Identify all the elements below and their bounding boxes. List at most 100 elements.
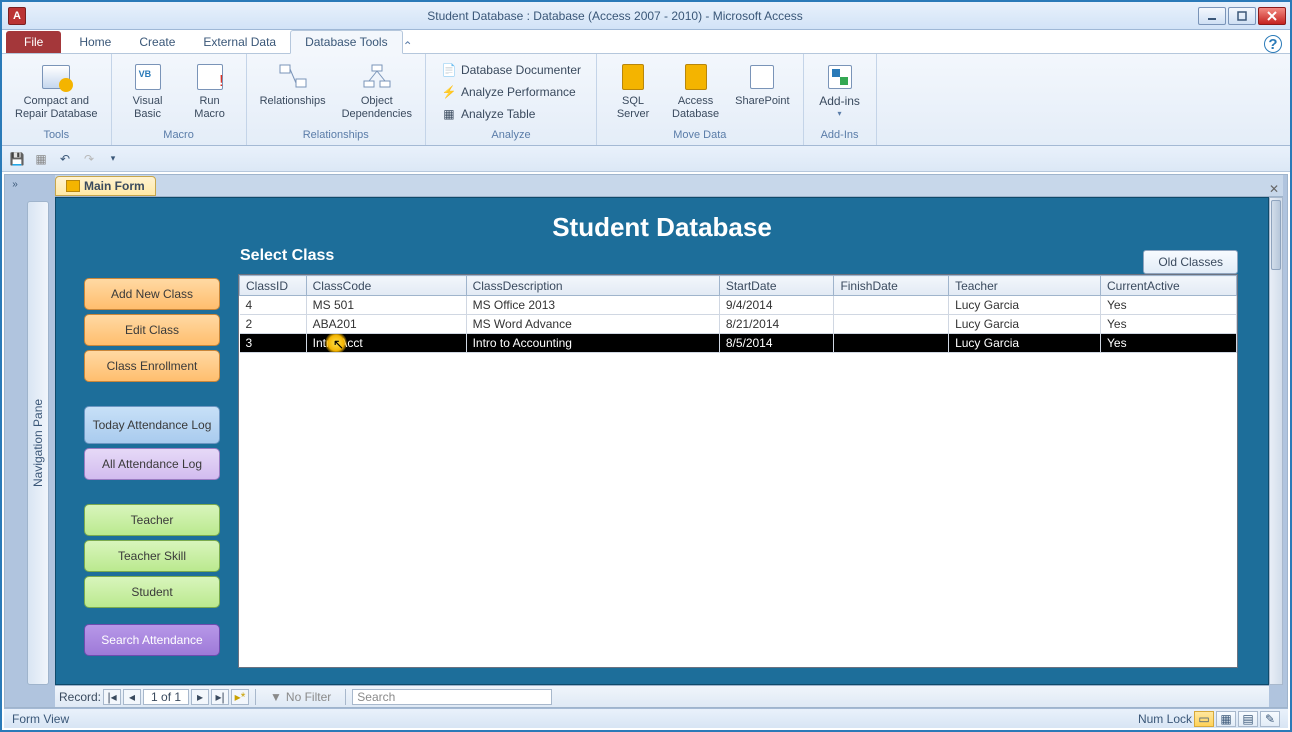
record-label: Record: bbox=[59, 690, 101, 704]
relationships-button[interactable]: Relationships bbox=[253, 58, 333, 111]
visual-basic-icon: VB bbox=[132, 61, 164, 93]
compact-repair-button[interactable]: Compact and Repair Database bbox=[8, 58, 105, 123]
analyze-table-button[interactable]: ▦Analyze Table bbox=[436, 104, 586, 124]
object-dependencies-label: Object Dependencies bbox=[342, 95, 412, 120]
database-documenter-button[interactable]: 📄Database Documenter bbox=[436, 60, 586, 80]
edit-class-button[interactable]: Edit Class bbox=[84, 314, 220, 346]
document-tab-row: Main Form ✕ bbox=[55, 175, 1283, 197]
search-attendance-button[interactable]: Search Attendance bbox=[84, 624, 220, 656]
table-cell[interactable] bbox=[834, 315, 949, 334]
table-cell[interactable]: Yes bbox=[1101, 296, 1237, 315]
group-movedata-label: Move Data bbox=[603, 127, 797, 143]
col-teacher[interactable]: Teacher bbox=[949, 276, 1101, 296]
table-cell[interactable] bbox=[834, 296, 949, 315]
file-tab[interactable]: File bbox=[6, 31, 61, 53]
addins-button[interactable]: Add-ins▾ bbox=[810, 58, 870, 121]
sharepoint-button[interactable]: SharePoint bbox=[728, 58, 796, 111]
table-cell[interactable]: 2 bbox=[240, 315, 307, 334]
analyze-performance-button[interactable]: ⚡Analyze Performance bbox=[436, 82, 586, 102]
col-classcode[interactable]: ClassCode bbox=[306, 276, 466, 296]
table-cell[interactable]: Intro to Accounting bbox=[466, 334, 719, 353]
table-cell[interactable]: 8/5/2014 bbox=[719, 334, 834, 353]
table-cell[interactable]: Lucy Garcia bbox=[949, 334, 1101, 353]
all-attendance-button[interactable]: All Attendance Log bbox=[84, 448, 220, 480]
sql-server-button[interactable]: SQL Server bbox=[603, 58, 663, 123]
table-cell[interactable]: Yes bbox=[1101, 315, 1237, 334]
access-database-button[interactable]: Access Database bbox=[665, 58, 726, 123]
table-cell[interactable]: Lucy Garcia bbox=[949, 296, 1101, 315]
table-cell[interactable]: 8/21/2014 bbox=[719, 315, 834, 334]
table-cell[interactable]: Lucy Garcia bbox=[949, 315, 1101, 334]
performance-label: Analyze Performance bbox=[461, 85, 576, 99]
form-tab-main[interactable]: Main Form bbox=[55, 176, 156, 196]
tab-home[interactable]: Home bbox=[65, 31, 125, 53]
class-enrollment-button[interactable]: Class Enrollment bbox=[84, 350, 220, 382]
table-cell[interactable]: 4 bbox=[240, 296, 307, 315]
col-classdescription[interactable]: ClassDescription bbox=[466, 276, 719, 296]
close-button[interactable] bbox=[1258, 7, 1286, 25]
record-first-button[interactable]: |◂ bbox=[103, 689, 121, 705]
col-startdate[interactable]: StartDate bbox=[719, 276, 834, 296]
navigation-pane[interactable]: Navigation Pane bbox=[27, 201, 49, 685]
class-table[interactable]: ClassID ClassCode ClassDescription Start… bbox=[238, 274, 1238, 668]
tab-database-tools[interactable]: Database Tools bbox=[290, 30, 403, 54]
record-new-button[interactable]: ▸* bbox=[231, 689, 249, 705]
minimize-ribbon-icon[interactable]: ⌃ bbox=[403, 39, 413, 53]
nav-shutter-toggle[interactable]: » bbox=[5, 175, 25, 195]
vertical-scrollbar[interactable] bbox=[1269, 197, 1283, 685]
table-header-row: ClassID ClassCode ClassDescription Start… bbox=[240, 276, 1237, 296]
col-finishdate[interactable]: FinishDate bbox=[834, 276, 949, 296]
student-button[interactable]: Student bbox=[84, 576, 220, 608]
qat-customize-icon[interactable]: ▾ bbox=[104, 150, 122, 168]
scroll-thumb[interactable] bbox=[1271, 200, 1281, 270]
record-prev-button[interactable]: ◂ bbox=[123, 689, 141, 705]
qat-object-icon[interactable]: ▦ bbox=[32, 150, 50, 168]
table-cell[interactable]: Yes bbox=[1101, 334, 1237, 353]
view-datasheet-icon[interactable]: ▦ bbox=[1216, 711, 1236, 727]
compact-repair-icon bbox=[40, 61, 72, 93]
form-tab-close-icon[interactable]: ✕ bbox=[1269, 182, 1279, 196]
save-icon[interactable]: 💾 bbox=[8, 150, 26, 168]
status-bar: Form View Num Lock ▭ ▦ ▤ ✎ bbox=[4, 708, 1288, 728]
minimize-button[interactable] bbox=[1198, 7, 1226, 25]
maximize-button[interactable] bbox=[1228, 7, 1256, 25]
table-cell[interactable]: ABA201 bbox=[306, 315, 466, 334]
record-next-button[interactable]: ▸ bbox=[191, 689, 209, 705]
cursor-icon: ↖ bbox=[333, 336, 345, 353]
run-macro-icon: ! bbox=[194, 61, 226, 93]
run-macro-button[interactable]: ! Run Macro bbox=[180, 58, 240, 123]
tab-create[interactable]: Create bbox=[125, 31, 189, 53]
undo-icon[interactable]: ↶ bbox=[56, 150, 74, 168]
table-row[interactable]: 2ABA201MS Word Advance8/21/2014 Lucy Garc… bbox=[240, 315, 1237, 334]
record-search-input[interactable]: Search bbox=[352, 689, 552, 705]
record-position-input[interactable]: 1 of 1 bbox=[143, 689, 189, 705]
table-cell[interactable]: MS Word Advance bbox=[466, 315, 719, 334]
object-dependencies-button[interactable]: Object Dependencies bbox=[335, 58, 419, 123]
table-cell[interactable] bbox=[834, 334, 949, 353]
record-last-button[interactable]: ▸| bbox=[211, 689, 229, 705]
group-macro-label: Macro bbox=[118, 127, 240, 143]
teacher-button[interactable]: Teacher bbox=[84, 504, 220, 536]
view-design-icon[interactable]: ✎ bbox=[1260, 711, 1280, 727]
table-row[interactable]: 3Intro Acct↖Intro to Accounting8/5/2014 L… bbox=[240, 334, 1237, 353]
col-classid[interactable]: ClassID bbox=[240, 276, 307, 296]
table-cell[interactable]: MS Office 2013 bbox=[466, 296, 719, 315]
col-currentactive[interactable]: CurrentActive bbox=[1101, 276, 1237, 296]
table-cell[interactable]: Intro Acct↖ bbox=[306, 334, 466, 353]
visual-basic-button[interactable]: VB Visual Basic bbox=[118, 58, 178, 123]
status-numlock: Num Lock bbox=[1138, 712, 1192, 726]
view-layout-icon[interactable]: ▤ bbox=[1238, 711, 1258, 727]
add-new-class-button[interactable]: Add New Class bbox=[84, 278, 220, 310]
table-cell[interactable]: MS 501 bbox=[306, 296, 466, 315]
tab-external-data[interactable]: External Data bbox=[189, 31, 290, 53]
old-classes-button[interactable]: Old Classes bbox=[1143, 250, 1238, 274]
table-cell[interactable]: 9/4/2014 bbox=[719, 296, 834, 315]
help-icon[interactable]: ? bbox=[1264, 35, 1282, 53]
table-row[interactable]: 4MS 501MS Office 20139/4/2014 Lucy Garcia… bbox=[240, 296, 1237, 315]
teacher-skill-button[interactable]: Teacher Skill bbox=[84, 540, 220, 572]
today-attendance-button[interactable]: Today Attendance Log bbox=[84, 406, 220, 444]
filter-toggle[interactable]: ▼No Filter bbox=[270, 690, 331, 704]
view-form-icon[interactable]: ▭ bbox=[1194, 711, 1214, 727]
table-cell[interactable]: 3 bbox=[240, 334, 307, 353]
redo-icon[interactable]: ↷ bbox=[80, 150, 98, 168]
